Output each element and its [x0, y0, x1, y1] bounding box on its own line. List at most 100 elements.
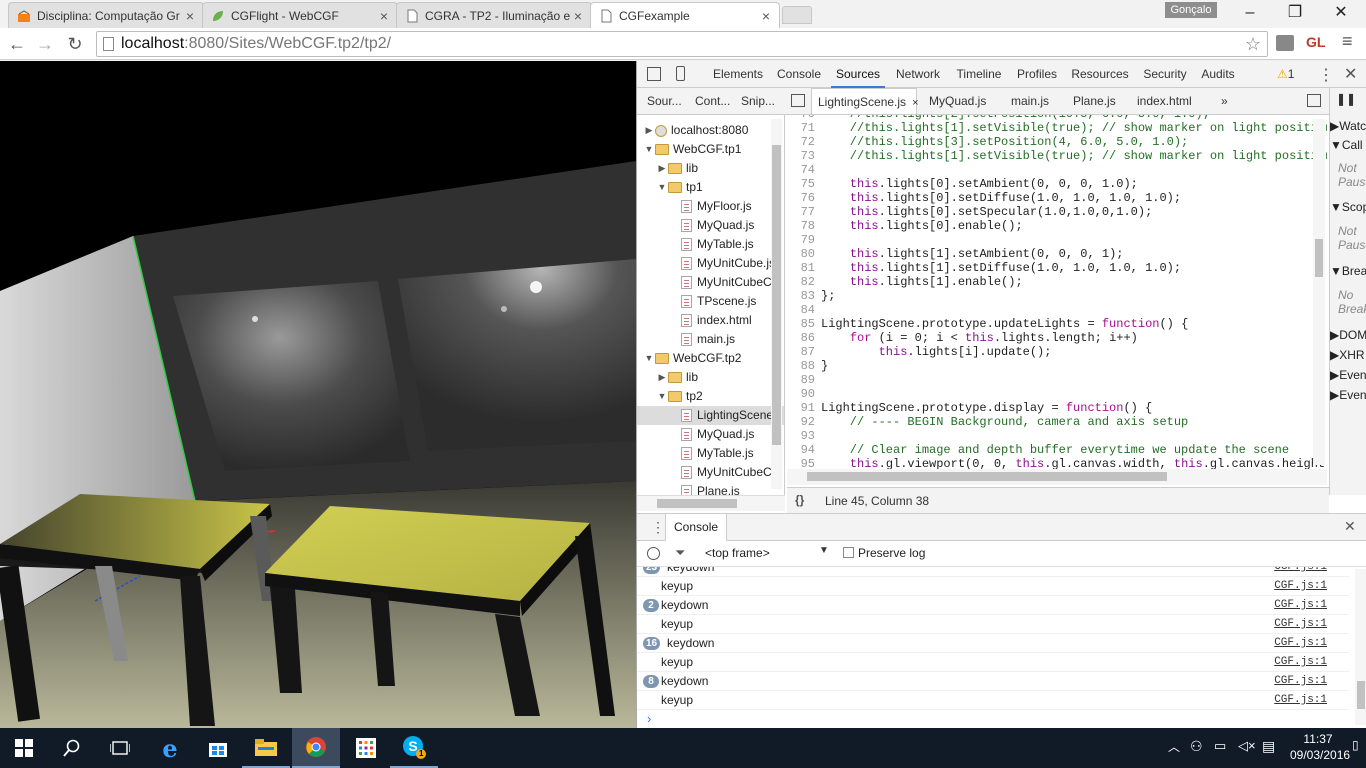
pause-icon[interactable]: ❚❚ [1336, 92, 1356, 106]
tab-cgflight[interactable]: CGFlight - WebCGF × [202, 2, 398, 28]
section-call-stack[interactable]: ▼Call S [1330, 138, 1366, 152]
tab-network[interactable]: Network [889, 61, 947, 88]
devtools-close-icon[interactable]: ✕ [1344, 64, 1357, 84]
tab-profiles[interactable]: Profiles [1011, 61, 1063, 88]
code-line[interactable]: }; [821, 289, 835, 303]
tab-sources[interactable]: Sources [831, 61, 885, 88]
drawer-tab-console[interactable]: Console [665, 514, 728, 541]
chevron-down-icon[interactable]: ▼ [656, 178, 668, 197]
tree-item[interactable]: MyTable.js [637, 444, 784, 463]
apps-grid-icon[interactable] [342, 728, 390, 768]
code-hscrollbar[interactable] [787, 469, 1327, 485]
people-icon[interactable]: ⚇ [1190, 738, 1203, 755]
tree-item[interactable]: ▶ lib [637, 159, 784, 178]
gl-extension-icon[interactable]: GL [1306, 34, 1325, 50]
tree-item[interactable]: MyFloor.js [637, 197, 784, 216]
source-link[interactable]: CGF.js:1 [1274, 691, 1327, 710]
tree-item[interactable]: MyUnitCube.js [637, 254, 784, 273]
source-link[interactable]: CGF.js:1 [1274, 653, 1327, 672]
section-dom-breakpoints[interactable]: ▶DOM [1330, 328, 1366, 342]
chevron-down-icon[interactable]: ▼ [819, 545, 829, 556]
tree-item[interactable]: LightingScene [637, 406, 784, 425]
tab-audits[interactable]: Audits [1197, 61, 1239, 88]
chevron-right-icon[interactable]: ▶ [656, 159, 668, 178]
nav-tab-content-scripts[interactable]: Cont... [689, 88, 737, 114]
code-line[interactable]: LightingScene.prototype.display = functi… [821, 401, 1152, 415]
devtools-menu-icon[interactable]: ⋮ [1318, 65, 1334, 85]
code-line[interactable]: this.lights[0].enable(); [821, 219, 1023, 233]
source-link[interactable]: CGF.js:1 [1274, 672, 1327, 691]
tree-item[interactable]: ▶ lib [637, 368, 784, 387]
tree-item[interactable]: ▼ tp2 [637, 387, 784, 406]
forward-icon[interactable]: → [32, 32, 58, 56]
close-icon[interactable]: × [912, 97, 918, 109]
preserve-log-checkbox[interactable] [843, 547, 854, 558]
code-line[interactable]: this.lights[0].setDiffuse(1.0, 1.0, 1.0,… [821, 191, 1181, 205]
source-link[interactable]: CGF.js:1 [1274, 596, 1327, 615]
file-tab-index[interactable]: index.html [1131, 88, 1211, 114]
code-line[interactable]: this.lights[1].setDiffuse(1.0, 1.0, 1.0,… [821, 261, 1181, 275]
code-line[interactable]: //this.lights[3].setPosition(4, 6.0, 5.0… [821, 135, 1188, 149]
code-line[interactable]: // Clear image and depth buffer everytim… [821, 443, 1289, 457]
battery-icon[interactable]: ▭ [1214, 738, 1226, 754]
profile-button[interactable]: Gonçalo [1165, 2, 1217, 18]
source-link[interactable]: CGF.js:1 [1274, 577, 1327, 596]
code-line[interactable]: this.lights[i].update(); [821, 345, 1052, 359]
notifications-icon[interactable]: ▯ [1352, 738, 1359, 752]
tab-console[interactable]: Console [771, 61, 827, 88]
new-tab-button[interactable] [782, 6, 812, 24]
tree-item[interactable]: index.html [637, 311, 784, 330]
section-event-listeners[interactable]: ▶Even [1330, 388, 1366, 402]
clear-console-icon[interactable] [647, 547, 660, 560]
tree-item[interactable]: TPscene.js [637, 292, 784, 311]
tree-item[interactable]: ▼ tp1 [637, 178, 784, 197]
tab-resources[interactable]: Resources [1067, 61, 1133, 88]
code-line[interactable]: // ---- BEGIN Background, camera and axi… [821, 415, 1188, 429]
chevron-down-icon[interactable]: ▼ [643, 349, 655, 368]
nav-tab-snippets[interactable]: Snip... [735, 88, 783, 114]
code-line[interactable]: this.lights[0].setSpecular(1.0,1.0,0,1.0… [821, 205, 1152, 219]
webgl-canvas[interactable] [0, 61, 636, 728]
tree-item[interactable]: MyQuad.js [637, 425, 784, 444]
tab-cgra-tp2[interactable]: CGRA - TP2 - Iluminação e × [396, 2, 592, 28]
code-line[interactable]: //this.lights[1].setVisible(true); // sh… [821, 149, 1327, 163]
drawer-close-icon[interactable]: ✕ [1344, 518, 1356, 535]
code-line[interactable]: } [821, 359, 828, 373]
chevron-down-icon[interactable]: ▼ [643, 140, 655, 159]
reload-icon[interactable]: ↻ [62, 32, 88, 56]
close-window-icon[interactable]: ✕ [1318, 0, 1364, 26]
code-editor[interactable]: 70 //this.lights[2].setPosition(10.5, 6.… [787, 115, 1327, 485]
close-icon[interactable]: × [571, 8, 585, 24]
menu-icon[interactable]: ≡ [1342, 31, 1353, 52]
back-icon[interactable]: ← [4, 32, 30, 56]
close-icon[interactable]: × [183, 8, 197, 24]
context-selector[interactable]: <top frame> [705, 546, 770, 560]
nav-tab-sources[interactable]: Sour... [641, 88, 689, 114]
tree-item[interactable]: Plane.js [637, 482, 784, 495]
clock[interactable]: 11:37 09/03/2016 [1290, 731, 1350, 763]
source-link[interactable]: CGF.js:1 [1274, 567, 1327, 577]
source-link[interactable]: CGF.js:1 [1274, 615, 1327, 634]
keyboard-icon[interactable]: ▤ [1262, 738, 1275, 755]
edge-icon[interactable]: e [146, 728, 194, 768]
close-icon[interactable]: × [377, 8, 391, 24]
filter-icon[interactable]: ⏷ [675, 545, 685, 561]
chevron-right-icon[interactable]: ▶ [656, 368, 668, 387]
page-info-icon[interactable] [103, 37, 114, 51]
toggle-navigator-icon[interactable] [791, 94, 805, 107]
minimize-icon[interactable]: – [1227, 0, 1273, 26]
tree-item[interactable]: MyQuad.js [637, 216, 784, 235]
tree-item[interactable]: MyUnitCubeC [637, 463, 784, 482]
chevron-right-icon[interactable]: ▶ [643, 121, 655, 140]
tree-item[interactable]: ▶ localhost:8080 [637, 121, 784, 140]
section-breakpoints[interactable]: ▼Breal [1330, 264, 1366, 278]
pretty-print-button[interactable]: {} [795, 493, 804, 507]
address-bar[interactable]: localhost:8080/Sites/WebCGF.tp2/tp2/ ☆ [96, 31, 1268, 57]
drawer-menu-icon[interactable]: ⋮ [651, 519, 665, 536]
code-line[interactable]: this.lights[0].setAmbient(0, 0, 0, 1.0); [821, 177, 1138, 191]
warning-counter[interactable]: ⚠1 [1277, 67, 1294, 81]
show-hidden-icons[interactable]: ︿ [1168, 738, 1180, 755]
more-tabs-button[interactable]: » [1215, 88, 1235, 114]
tab-timeline[interactable]: Timeline [951, 61, 1007, 88]
source-link[interactable]: CGF.js:1 [1274, 634, 1327, 653]
